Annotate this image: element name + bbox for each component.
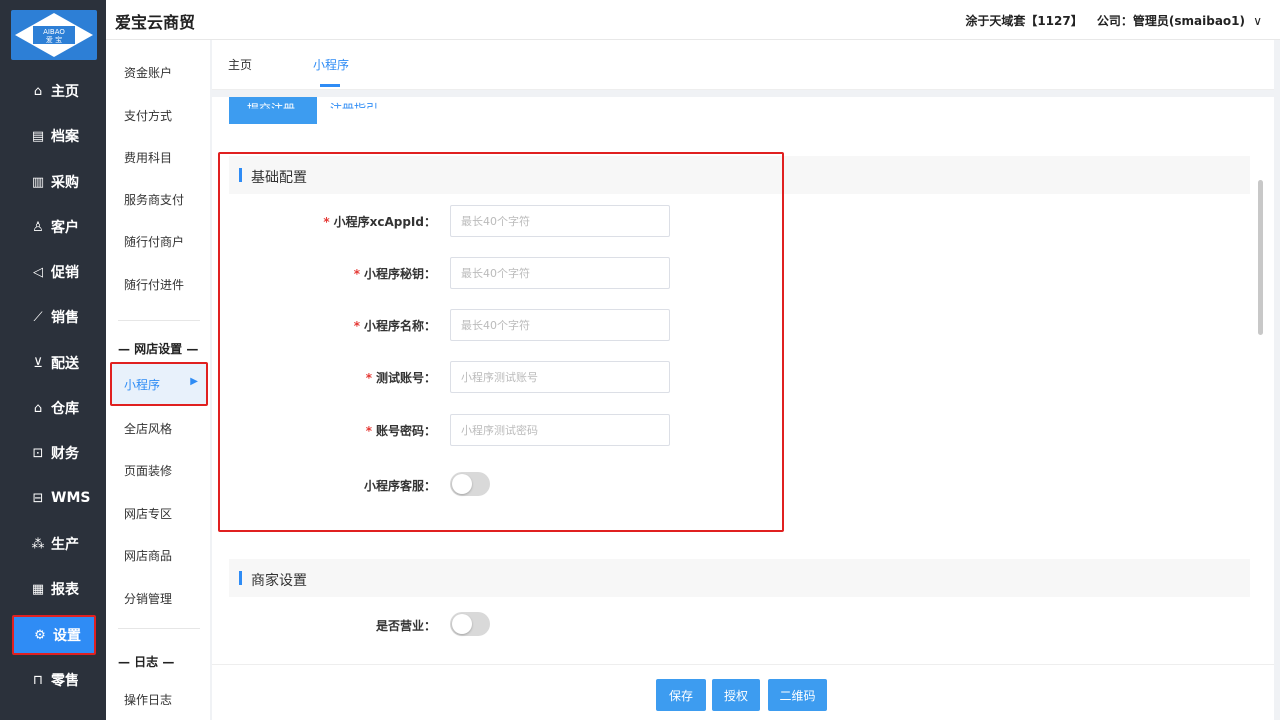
truck-icon: ⊟: [32, 490, 44, 506]
nav-item-finance[interactable]: ⊡ 财务: [12, 433, 96, 473]
caret-right-icon: ▶: [190, 376, 198, 387]
warehouse-icon: ⌂: [33, 400, 43, 416]
chevron-down-icon[interactable]: ∨: [1253, 14, 1262, 28]
form-row-business-open: 是否营业：: [212, 609, 1274, 641]
purchase-icon: ▥: [31, 174, 45, 190]
business-open-toggle[interactable]: [450, 612, 490, 636]
nav-label: 档案: [51, 129, 79, 145]
gear-icon: ⚙: [34, 627, 46, 643]
tab-bar: 主页 小程序: [212, 40, 1274, 90]
scrollbar-thumb[interactable]: [1258, 180, 1263, 335]
action-bar: 保存 授权 二维码: [212, 664, 1274, 720]
submenu-item-page-decoration[interactable]: 页面装修: [124, 462, 172, 479]
chart-line-icon: ⟋: [33, 309, 43, 325]
divider: [118, 320, 200, 321]
submenu-item-shop-products[interactable]: 网店商品: [124, 547, 172, 564]
tab-miniprogram[interactable]: 小程序: [313, 56, 349, 73]
nav-label: 仓库: [51, 401, 79, 417]
nav-item-home[interactable]: ⌂ 主页: [12, 71, 96, 111]
nav-item-promotion[interactable]: ◁ 促销: [12, 252, 96, 292]
submenu-item-shop-zone[interactable]: 网店专区: [124, 505, 172, 522]
tab-active-indicator: [320, 84, 340, 87]
nav-label: WMS: [51, 490, 91, 506]
nav-label: 销售: [51, 310, 79, 326]
submenu-item-provider-payment[interactable]: 服务商支付: [124, 191, 184, 208]
toggle-knob: [452, 614, 472, 634]
cart-icon: ⊻: [33, 355, 43, 371]
section-marker: [239, 571, 242, 585]
logo-text-bottom: 爱 宝: [46, 35, 62, 44]
user-icon: ♙: [32, 219, 44, 235]
nav-item-archive[interactable]: ▤ 档案: [12, 116, 96, 156]
nav-item-retail[interactable]: ⊓ 零售: [12, 660, 96, 700]
submenu-item-store-style[interactable]: 全店风格: [124, 420, 172, 437]
save-button[interactable]: 保存: [656, 679, 706, 711]
submenu-group-log: — 日志 —: [118, 655, 175, 669]
company-user: 公司：管理员(smaibao1): [1096, 14, 1246, 28]
nav-item-settings[interactable]: ⚙ 设置: [12, 615, 96, 655]
section-merchant-settings: 商家设置: [229, 559, 1250, 597]
nav-item-report[interactable]: ▦ 报表: [12, 569, 96, 609]
submenu-item-distribution[interactable]: 分销管理: [124, 590, 172, 607]
submenu-item-miniprogram[interactable]: 小程序 ▶: [110, 362, 208, 406]
nav-label: 主页: [51, 84, 79, 100]
logo[interactable]: AIBAO 爱 宝: [11, 10, 97, 60]
register-button[interactable]: 提交注册: [229, 97, 317, 124]
submenu-item-operation-log[interactable]: 操作日志: [124, 691, 172, 708]
logo-icon: AIBAO 爱 宝: [15, 13, 93, 57]
nav-item-customer[interactable]: ♙ 客户: [12, 207, 96, 247]
nav-item-wms[interactable]: ⊟ WMS: [12, 478, 96, 518]
settings-submenu: 资金账户 支付方式 费用科目 服务商支付 随行付商户 随行付进件 — 网店设置 …: [106, 40, 210, 720]
nav-label: 生产: [51, 537, 79, 553]
submenu-item-expense-subject[interactable]: 费用科目: [124, 149, 172, 166]
nav-item-purchase[interactable]: ▥ 采购: [12, 162, 96, 202]
nav-item-warehouse[interactable]: ⌂ 仓库: [12, 388, 96, 428]
nav-label: 促销: [51, 265, 79, 281]
submenu-item-label: 小程序: [124, 378, 161, 392]
nav-label: 财务: [51, 446, 79, 462]
megaphone-icon: ◁: [33, 264, 43, 280]
finance-icon: ⊡: [32, 445, 44, 461]
logo-text-top: AIBAO: [43, 28, 65, 36]
field-label: 是否营业：: [375, 619, 436, 633]
archive-icon: ▤: [31, 128, 45, 144]
submenu-group-shop: — 网店设置 —: [118, 342, 199, 356]
nav-label: 设置: [53, 628, 81, 644]
submenu-item-payment-method[interactable]: 支付方式: [124, 107, 172, 124]
nav-item-production[interactable]: ⁂ 生产: [12, 524, 96, 564]
qrcode-button[interactable]: 二维码: [768, 679, 827, 711]
section-title: 商家设置: [251, 573, 307, 589]
main-content: 提交注册 注册指引 基础配置 *小程序xcAppId： *小程序秘钥： *小程序…: [212, 97, 1274, 664]
authorize-button[interactable]: 授权: [712, 679, 760, 711]
bag-icon: ⊓: [32, 672, 44, 688]
store-name: 涂于天域套【1127】: [965, 14, 1083, 28]
header-account[interactable]: 涂于天域套【1127】 公司：管理员(smaibao1) ∨: [955, 12, 1262, 29]
highlight-frame: [218, 152, 784, 532]
nav-label: 报表: [51, 582, 79, 598]
tab-home[interactable]: 主页: [228, 56, 252, 73]
divider: [118, 628, 200, 629]
submenu-item-fund-account[interactable]: 资金账户: [124, 64, 172, 81]
nav-label: 配送: [51, 356, 79, 372]
nav-item-delivery[interactable]: ⊻ 配送: [12, 343, 96, 383]
submenu-item-merchant[interactable]: 随行付商户: [124, 233, 184, 250]
app-title: 爱宝云商贸: [115, 13, 196, 32]
nav-label: 零售: [51, 673, 79, 689]
register-button-label: 提交注册: [247, 102, 296, 116]
production-icon: ⁂: [31, 536, 45, 552]
register-guide-link[interactable]: 注册指引: [330, 100, 378, 109]
top-header: 爱宝云商贸 涂于天域套【1127】 公司：管理员(smaibao1) ∨: [106, 0, 1280, 40]
home-icon: ⌂: [33, 83, 43, 99]
nav-label: 采购: [51, 175, 79, 191]
page-gutter: [1274, 40, 1280, 720]
submenu-item-onboarding[interactable]: 随行付进件: [124, 276, 184, 293]
main-nav: AIBAO 爱 宝 ⌂ 主页 ▤ 档案 ▥ 采购 ♙ 客户 ◁ 促销 ⟋ 销售 ⊻ 配送 ⌂ 仓…: [0, 0, 106, 720]
nav-label: 客户: [51, 220, 79, 236]
report-icon: ▦: [31, 581, 45, 597]
nav-item-sales[interactable]: ⟋ 销售: [12, 297, 96, 337]
